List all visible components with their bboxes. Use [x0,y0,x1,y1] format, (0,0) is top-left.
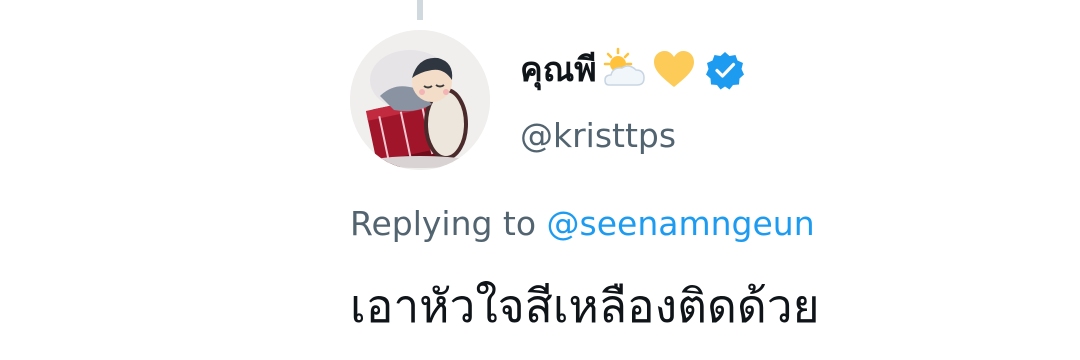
tweet-card: คุณพี @kristtps Replying to @seenamngeun… [0,0,1080,360]
thread-connector-line [417,0,423,20]
replying-to-label: Replying to [350,204,537,243]
yellow-heart-emoji [651,47,697,93]
display-name[interactable]: คุณพี [520,44,597,96]
sun-behind-cloud-emoji [601,47,647,93]
reply-target-link[interactable]: @seenamngeun [547,204,815,243]
user-handle[interactable]: @kristtps [520,112,676,160]
verified-badge-icon [705,50,745,90]
avatar[interactable] [350,30,490,170]
display-name-row[interactable]: คุณพี [520,44,745,96]
replying-to-line: Replying to @seenamngeun [350,200,815,248]
tweet-text: เอาหัวใจสีเหลืองติดด้วย [350,279,820,333]
